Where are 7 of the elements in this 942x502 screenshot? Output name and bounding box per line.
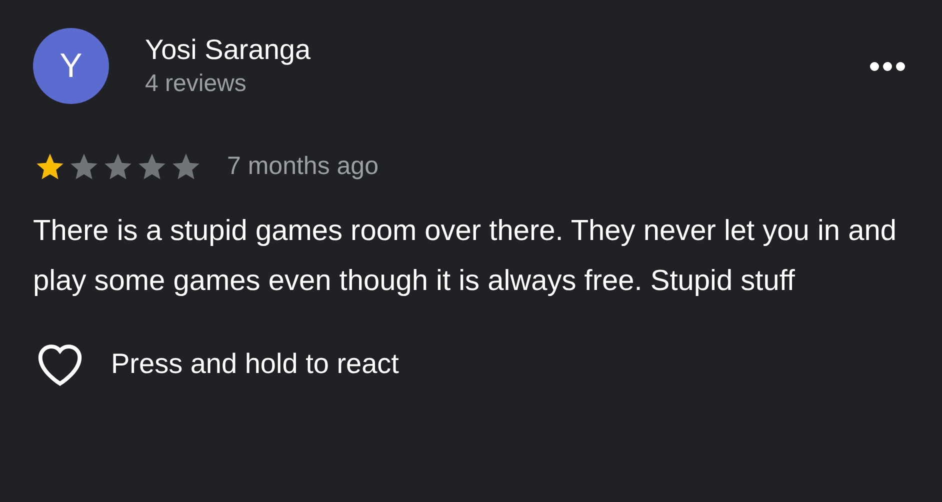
review-time: 7 months ago bbox=[227, 151, 378, 182]
author-name[interactable]: Yosi Saranga bbox=[145, 32, 311, 68]
reviews-count: 4 reviews bbox=[145, 69, 248, 99]
avatar: Y bbox=[33, 28, 109, 104]
more-options-icon[interactable] bbox=[870, 62, 905, 70]
review-text: There is a stupid games room over there. They never let you in and play some games even though it is always free. Stupid stuff bbox=[33, 214, 898, 298]
react-button[interactable]: Press and hold to react bbox=[33, 340, 399, 388]
